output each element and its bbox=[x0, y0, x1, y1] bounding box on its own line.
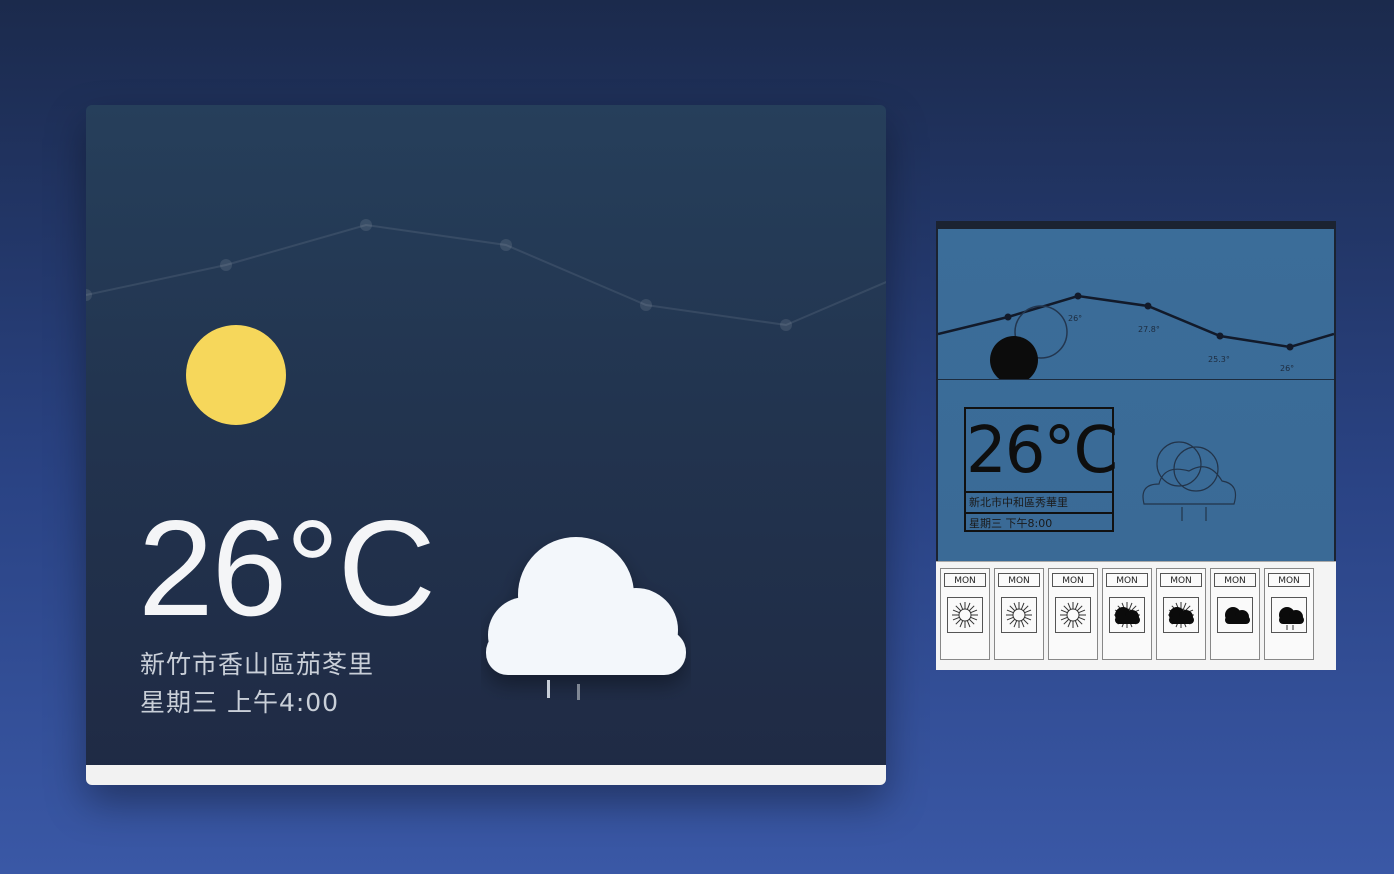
sketch-chart-label: 26° bbox=[1280, 364, 1294, 373]
trend-point bbox=[220, 259, 232, 271]
sketch-datetime: 星期三 下午8:00 bbox=[966, 512, 1112, 532]
sketch-day-label: MON bbox=[1268, 573, 1310, 587]
rain-cloud-icon bbox=[1271, 597, 1307, 633]
sketch-chart-label: 27.8° bbox=[1138, 325, 1160, 334]
sketch-day-label: MON bbox=[1052, 573, 1094, 587]
sketch-trend-chart: 26° 27.8° 25.3° 26° bbox=[938, 292, 1334, 379]
sun-icon bbox=[947, 597, 983, 633]
sketch-moon-icon bbox=[990, 336, 1038, 379]
sketch-temperature: 26°C bbox=[966, 414, 1118, 488]
sketch-cloud-outline-icon bbox=[1142, 441, 1237, 521]
card-footer-bar bbox=[86, 765, 886, 785]
sketch-chart-label: 26° bbox=[1068, 314, 1082, 323]
rain-drop bbox=[547, 680, 550, 698]
sun-icon bbox=[1055, 597, 1091, 633]
trend-point bbox=[86, 289, 92, 301]
sketch-weekly-forecast: MON MON MON MON MON MON MON bbox=[936, 561, 1336, 670]
rain-drop bbox=[577, 684, 580, 700]
trend-point bbox=[360, 219, 372, 231]
sketch-day-cell: MON bbox=[940, 568, 990, 660]
sketch-divider bbox=[938, 379, 1334, 380]
datetime-label: 星期三 上午4:00 bbox=[140, 688, 340, 717]
sketch-day-cell: MON bbox=[1156, 568, 1206, 660]
sketch-day-cell: MON bbox=[1210, 568, 1260, 660]
cloud-sun-icon bbox=[1109, 597, 1145, 633]
location-label: 新竹市香山區茄苳里 bbox=[140, 650, 375, 679]
sketch-day-cell: MON bbox=[1264, 568, 1314, 660]
wireframe-sketch: 26° 27.8° 25.3° 26° 26°C 新北市中和區秀華里 星期三 下… bbox=[936, 221, 1336, 670]
cloud-sun-icon bbox=[1163, 597, 1199, 633]
sketch-header-area: 26° 27.8° 25.3° 26° 26°C 新北市中和區秀華里 星期三 下… bbox=[938, 229, 1334, 569]
sketch-day-label: MON bbox=[944, 573, 986, 587]
sketch-day-label: MON bbox=[1214, 573, 1256, 587]
current-temperature: 26°C bbox=[138, 492, 436, 644]
sketch-day-cell: MON bbox=[1048, 568, 1098, 660]
cloud-icon bbox=[1217, 597, 1253, 633]
sketch-day-label: MON bbox=[1106, 573, 1148, 587]
trend-point bbox=[640, 299, 652, 311]
sun-icon bbox=[1001, 597, 1037, 633]
trend-point bbox=[780, 319, 792, 331]
sketch-day-label: MON bbox=[998, 573, 1040, 587]
sketch-chart-label: 25.3° bbox=[1208, 355, 1230, 364]
trend-point bbox=[500, 239, 512, 251]
sketch-day-cell: MON bbox=[994, 568, 1044, 660]
sketch-location: 新北市中和區秀華里 bbox=[966, 491, 1112, 511]
sketch-day-cell: MON bbox=[1102, 568, 1152, 660]
sun-icon bbox=[186, 325, 286, 425]
sketch-day-label: MON bbox=[1160, 573, 1202, 587]
weather-card: 26°C 新竹市香山區茄苳里 星期三 上午4:00 bbox=[86, 105, 886, 785]
rain-cloud-icon bbox=[486, 537, 686, 700]
trend-line bbox=[86, 223, 886, 327]
sketch-temperature-box: 26°C 新北市中和區秀華里 星期三 下午8:00 bbox=[964, 407, 1118, 532]
